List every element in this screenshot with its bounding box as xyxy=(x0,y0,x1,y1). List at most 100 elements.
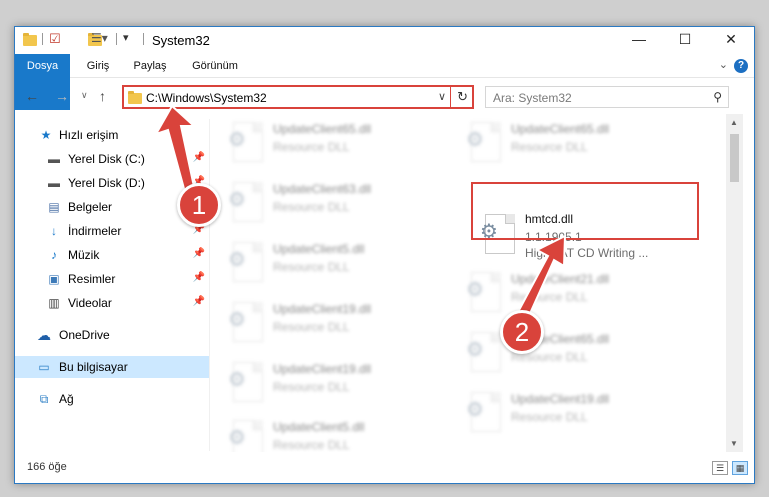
sidebar-item-onedrive[interactable]: ☁ OneDrive xyxy=(15,324,209,346)
gear-icon: ⚙ xyxy=(466,129,484,151)
file-type: Resource DLL xyxy=(273,260,350,274)
music-icon: ♪ xyxy=(51,248,57,262)
vertical-scrollbar[interactable]: ▲ ▼ xyxy=(726,114,743,452)
file-name: UpdateClient63.dll xyxy=(273,182,372,196)
pin-icon[interactable]: 📌 xyxy=(193,152,205,163)
pin-icon[interactable]: 📌 xyxy=(193,272,205,283)
list-item[interactable]: ⚙ UpdateClient65.dll Resource DLL xyxy=(463,116,699,172)
list-item[interactable]: ⚙ UpdateClient5.dll Resource DLL xyxy=(225,236,461,292)
navigation-pane: ★ Hızlı erişim ▬ Yerel Disk (C:) 📌 ▬ Yer… xyxy=(15,119,209,451)
cloud-icon: ☁ xyxy=(37,327,51,343)
file-list: ⚙ UpdateClient65.dll Resource DLL ⚙ Upda… xyxy=(211,114,725,452)
status-bar: 166 öğe ☰ ▦ xyxy=(15,454,754,483)
tiles-view-icon[interactable]: ▦ xyxy=(732,461,748,475)
video-icon: ▥ xyxy=(48,296,60,310)
list-item[interactable]: ⚙ UpdateClient63.dll Resource DLL xyxy=(225,176,461,232)
address-path[interactable]: C:\Windows\System32 xyxy=(146,91,267,105)
pane-divider[interactable] xyxy=(209,119,210,451)
tab-view[interactable]: Görünüm xyxy=(183,54,247,78)
folder-icon xyxy=(23,33,37,46)
refresh-icon[interactable]: ↻ xyxy=(457,89,468,105)
step-2-badge: 2 xyxy=(500,310,544,354)
sidebar-item-videos[interactable]: ▥ Videolar 📌 xyxy=(15,292,209,314)
document-icon: ▤ xyxy=(48,200,60,214)
list-item[interactable]: ⚙ UpdateClient21.dll Resource DLL xyxy=(463,266,699,322)
sidebar-item-music[interactable]: ♪ Müzik 📌 xyxy=(15,244,209,266)
recent-locations-chevron-icon[interactable]: ∨ xyxy=(81,90,88,101)
file-name: UpdateClient65.dll xyxy=(273,122,372,136)
highlight-box xyxy=(471,182,699,240)
file-type: Resource DLL xyxy=(273,140,350,154)
file-type: Resource DLL xyxy=(511,290,588,304)
gear-icon: ⚙ xyxy=(228,189,246,211)
network-icon: ⧉ xyxy=(39,392,49,406)
scroll-thumb[interactable] xyxy=(730,134,739,182)
sidebar-item-label: Hızlı erişim xyxy=(59,128,119,142)
file-name: UpdateClient19.dll xyxy=(273,302,372,316)
file-description: HighMAT CD Writing ... xyxy=(525,246,649,260)
sidebar-item-quick-access[interactable]: ★ Hızlı erişim xyxy=(15,124,209,146)
pin-icon[interactable]: 📌 xyxy=(193,248,205,259)
scroll-up-icon[interactable]: ▲ xyxy=(730,118,738,127)
list-item[interactable]: ⚙ UpdateClient19.dll Resource DLL xyxy=(225,296,461,352)
search-input[interactable]: Ara: System32 ⚲ xyxy=(485,86,729,108)
sidebar-item-disk-d[interactable]: ▬ Yerel Disk (D:) 📌 xyxy=(15,172,209,194)
file-type: Resource DLL xyxy=(511,140,588,154)
file-type: Resource DLL xyxy=(273,438,350,452)
file-type: Resource DLL xyxy=(273,380,350,394)
sidebar-item-disk-c[interactable]: ▬ Yerel Disk (C:) 📌 xyxy=(15,148,209,170)
gear-icon: ⚙ xyxy=(228,427,246,449)
step-1-badge: 1 xyxy=(177,183,221,227)
tab-home[interactable]: Giriş xyxy=(77,54,119,78)
close-button[interactable]: ✕ xyxy=(708,27,754,53)
up-arrow-icon[interactable]: ↑ xyxy=(99,88,106,104)
list-item[interactable]: ⚙ UpdateClient19.dll Resource DLL xyxy=(225,356,461,412)
gear-icon: ⚙ xyxy=(228,129,246,151)
sidebar-item-downloads[interactable]: ↓ İndirmeler 📌 xyxy=(15,220,209,242)
scroll-down-icon[interactable]: ▼ xyxy=(730,439,738,448)
help-icon[interactable]: ? xyxy=(734,59,748,73)
sidebar-item-label: İndirmeler xyxy=(68,224,122,238)
sidebar-item-label: Yerel Disk (C:) xyxy=(68,152,145,166)
tab-share[interactable]: Paylaş xyxy=(125,54,175,78)
gear-icon: ⚙ xyxy=(228,369,246,391)
separator xyxy=(42,33,43,45)
drive-icon: ▬ xyxy=(48,176,60,190)
details-view-icon[interactable]: ☰ xyxy=(712,461,728,475)
minimize-button[interactable]: — xyxy=(616,27,662,53)
quick-access-dropdown-icon[interactable]: ▾ xyxy=(123,31,129,47)
separator xyxy=(116,33,117,45)
maximize-button[interactable]: ☐ xyxy=(662,27,708,53)
ribbon-expand-icon[interactable]: ⌄ xyxy=(719,58,728,71)
file-type: Resource DLL xyxy=(511,410,588,424)
address-dropdown-icon[interactable]: ∨ xyxy=(438,90,446,103)
list-item[interactable]: ⚙ UpdateClient5.dll Resource DLL xyxy=(225,414,461,452)
list-item[interactable]: ⚙ UpdateClient65.dll Resource DLL xyxy=(463,326,699,382)
file-type: Resource DLL xyxy=(273,200,350,214)
search-icon[interactable]: ⚲ xyxy=(713,90,722,104)
item-count: 166 öğe xyxy=(27,461,67,473)
sidebar-item-label: Yerel Disk (D:) xyxy=(68,176,145,190)
drive-icon: ▬ xyxy=(48,152,60,166)
gear-icon: ⚙ xyxy=(466,279,484,301)
explorer-window: ☑ ☰▾ ▾ System32 — ☐ ✕ Dosya Giriş Paylaş… xyxy=(14,26,755,484)
folder-icon xyxy=(128,91,142,104)
sidebar-item-label: OneDrive xyxy=(59,328,110,342)
customize-quick-access-icon[interactable]: ☰▾ xyxy=(91,31,108,47)
forward-arrow-icon[interactable]: → xyxy=(55,88,69,104)
pin-icon[interactable]: 📌 xyxy=(193,296,205,307)
back-arrow-icon[interactable]: ← xyxy=(25,88,39,104)
address-bar[interactable]: C:\Windows\System32 ∨ ↻ xyxy=(122,85,474,109)
sidebar-item-network[interactable]: ⧉ Ağ xyxy=(15,388,209,410)
properties-icon[interactable]: ☑ xyxy=(49,31,61,47)
address-row: ← → ∨ ↑ C:\Windows\System32 ∨ ↻ Ara: Sys… xyxy=(15,82,754,112)
file-name: UpdateClient19.dll xyxy=(511,392,610,406)
list-item[interactable]: ⚙ UpdateClient19.dll Resource DLL xyxy=(463,386,699,442)
ribbon-tabs: Dosya Giriş Paylaş Görünüm ⌄ ? xyxy=(15,54,754,110)
list-item[interactable]: ⚙ UpdateClient65.dll Resource DLL xyxy=(225,116,461,172)
download-icon: ↓ xyxy=(51,224,57,238)
sidebar-item-pictures[interactable]: ▣ Resimler 📌 xyxy=(15,268,209,290)
sidebar-item-label: Ağ xyxy=(59,392,74,406)
sidebar-item-label: Resimler xyxy=(68,272,116,286)
sidebar-item-this-pc[interactable]: ▭ Bu bilgisayar xyxy=(15,356,209,378)
